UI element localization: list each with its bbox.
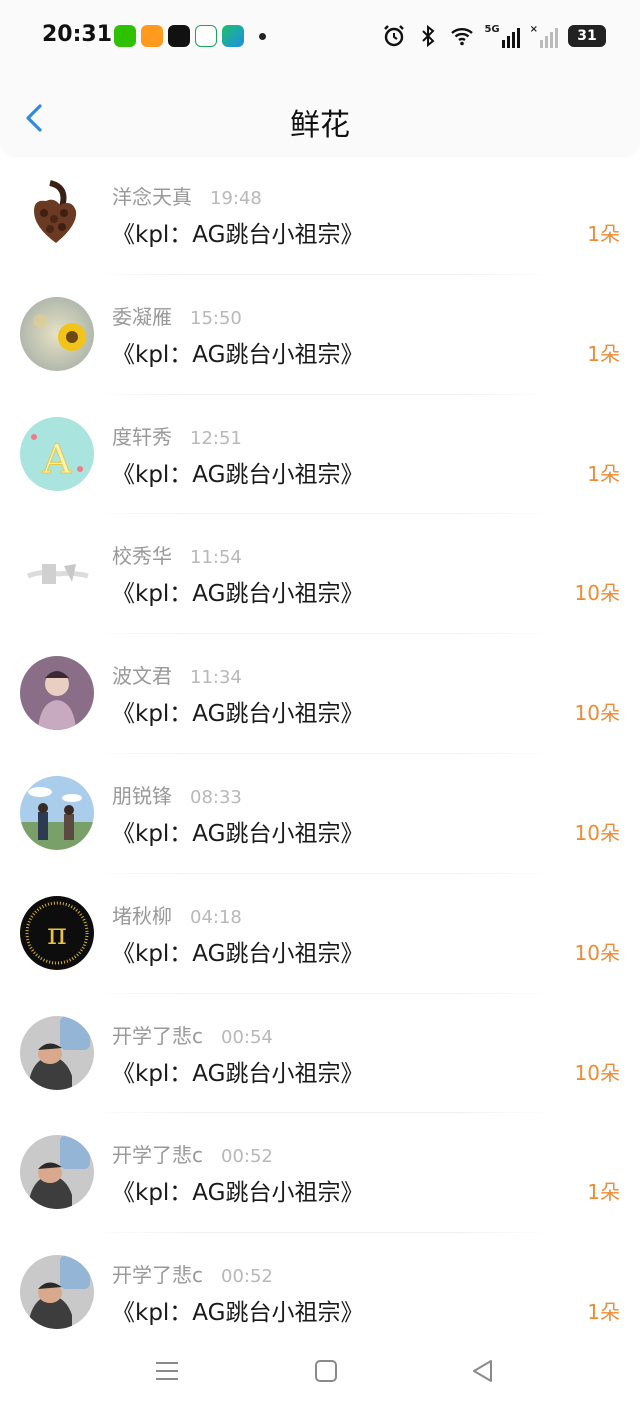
gift-time: 00:52: [221, 1266, 273, 1288]
gift-time: 11:34: [190, 667, 242, 689]
gift-subject[interactable]: 《kpl：AG跳台小祖宗》: [112, 814, 363, 848]
gift-subject[interactable]: 《kpl：AG跳台小祖宗》: [112, 1293, 363, 1327]
more-notifications-dot: [259, 32, 266, 40]
gift-row[interactable]: 洋念天真 19:48 《kpl：AG跳台小祖宗》 1朵: [0, 155, 640, 275]
avatar[interactable]: π: [20, 895, 94, 970]
wechat-icon: [114, 25, 136, 47]
row-header: 开学了悲c 00:54: [112, 1020, 273, 1049]
gift-time: 08:33: [190, 786, 242, 808]
avatar[interactable]: [20, 1255, 94, 1330]
system-navigation-bar: [0, 1334, 640, 1408]
flower-count: 10朵: [574, 940, 620, 965]
sender-name[interactable]: 开学了悲c: [112, 1139, 203, 1168]
tiktok-icon: [168, 25, 190, 47]
gift-time: 04:18: [190, 906, 242, 928]
flower-count: 10朵: [574, 820, 620, 845]
flower-count: 1朵: [587, 222, 620, 246]
sender-name[interactable]: 度轩秀: [112, 421, 172, 450]
row-header: 开学了悲c 00:52: [112, 1139, 273, 1168]
avatar[interactable]: [20, 1135, 94, 1210]
flower-count: 1朵: [587, 1180, 620, 1205]
top-nav-bar: 鲜花: [0, 80, 640, 155]
svg-text:π: π: [47, 917, 67, 952]
gift-row[interactable]: 开学了悲c 00:54 《kpl：AG跳台小祖宗》 10朵: [0, 994, 640, 1114]
avatar[interactable]: [20, 1015, 94, 1090]
signal-weak-icon: ×: [530, 24, 558, 48]
row-header: 校秀华 11:54: [112, 540, 242, 569]
gift-row[interactable]: A 度轩秀 12:51 《kpl：AG跳台小祖宗》 1朵: [0, 395, 640, 515]
row-header: 朋锐锋 08:33: [112, 780, 242, 809]
row-header: 洋念天真 19:48: [112, 181, 262, 210]
gift-subject[interactable]: 《kpl：AG跳台小祖宗》: [112, 455, 363, 489]
alarm-icon: [384, 25, 405, 47]
wifi-icon: [451, 28, 474, 46]
flower-count: 10朵: [574, 581, 620, 606]
gift-subject[interactable]: 《kpl：AG跳台小祖宗》: [112, 335, 363, 369]
gift-time: 11:54: [190, 547, 242, 569]
battery-indicator: 31: [568, 25, 606, 47]
avatar[interactable]: [20, 775, 94, 850]
flower-count: 10朵: [574, 1060, 620, 1085]
avatar[interactable]: [20, 536, 94, 611]
row-header: 度轩秀 12:51: [112, 421, 242, 450]
home-square-icon[interactable]: [311, 1356, 341, 1386]
avatar[interactable]: [20, 177, 94, 251]
row-header: 波文君 11:34: [112, 660, 242, 689]
battery-level: 31: [577, 28, 597, 44]
sender-name[interactable]: 开学了悲c: [112, 1259, 203, 1288]
avatar[interactable]: [20, 296, 94, 371]
gift-subject[interactable]: 《kpl：AG跳台小祖宗》: [112, 934, 363, 968]
flower-count: 1朵: [587, 341, 620, 366]
gift-row[interactable]: π 堵秋柳 04:18 《kpl：AG跳台小祖宗》 10朵: [0, 874, 640, 994]
flower-count: 10朵: [574, 701, 620, 726]
gift-time: 12:51: [190, 427, 242, 449]
avatar[interactable]: [20, 656, 94, 731]
gift-subject[interactable]: 《kpl：AG跳台小祖宗》: [112, 574, 363, 608]
gift-subject[interactable]: 《kpl：AG跳台小祖宗》: [112, 694, 363, 728]
gift-row[interactable]: 开学了悲c 00:52 《kpl：AG跳台小祖宗》 1朵: [0, 1113, 640, 1234]
gift-time: 00:54: [221, 1026, 273, 1048]
status-bar: 20:31 5G × 31: [0, 0, 640, 80]
notification-app-icons: [114, 25, 266, 47]
gift-time: 15:50: [190, 307, 242, 329]
menu-icon[interactable]: [152, 1356, 182, 1386]
gift-time: 19:48: [210, 188, 262, 209]
row-header: 委凝雁 15:50: [112, 301, 242, 330]
svg-text:A: A: [42, 437, 73, 483]
gift-subject[interactable]: 《kpl：AG跳台小祖宗》: [112, 1054, 363, 1088]
oppo-icon: [195, 25, 217, 47]
row-header: 堵秋柳 04:18: [112, 900, 242, 929]
system-status-icons: 5G × 31: [382, 24, 606, 48]
page-title: 鲜花: [290, 108, 350, 143]
gift-subject[interactable]: 《kpl：AG跳台小祖宗》: [112, 215, 363, 249]
sender-name[interactable]: 开学了悲c: [112, 1020, 203, 1049]
gift-list: 洋念天真 19:48 《kpl：AG跳台小祖宗》 1朵 委凝雁 15:50 《k…: [0, 155, 640, 1353]
gift-subject[interactable]: 《kpl：AG跳台小祖宗》: [112, 1173, 363, 1207]
flower-count: 1朵: [587, 461, 620, 486]
bluetooth-icon: [422, 24, 435, 48]
gift-time: 00:52: [221, 1146, 273, 1168]
sender-name[interactable]: 校秀华: [112, 540, 172, 569]
sender-name[interactable]: 洋念天真: [112, 181, 192, 210]
sender-name[interactable]: 堵秋柳: [112, 900, 172, 929]
gift-row[interactable]: 波文君 11:34 《kpl：AG跳台小祖宗》 10朵: [0, 634, 640, 754]
orange-app-icon: [141, 25, 163, 47]
gift-row[interactable]: 校秀华 11:54 《kpl：AG跳台小祖宗》 10朵: [0, 514, 640, 635]
sender-name[interactable]: 委凝雁: [112, 301, 172, 330]
row-header: 开学了悲c 00:52: [112, 1259, 273, 1288]
sender-name[interactable]: 朋锐锋: [112, 780, 172, 809]
avatar[interactable]: A: [20, 416, 94, 491]
status-time: 20:31: [42, 22, 113, 47]
video-app-icon: [222, 25, 244, 47]
back-triangle-icon[interactable]: [468, 1356, 498, 1386]
gift-row[interactable]: 委凝雁 15:50 《kpl：AG跳台小祖宗》 1朵: [0, 275, 640, 395]
signal-5g-icon: 5G: [484, 24, 520, 48]
gift-row[interactable]: 朋锐锋 08:33 《kpl：AG跳台小祖宗》 10朵: [0, 754, 640, 874]
sender-name[interactable]: 波文君: [112, 660, 172, 689]
network-type-label: 5G: [484, 24, 500, 35]
flower-count: 1朵: [587, 1300, 620, 1325]
